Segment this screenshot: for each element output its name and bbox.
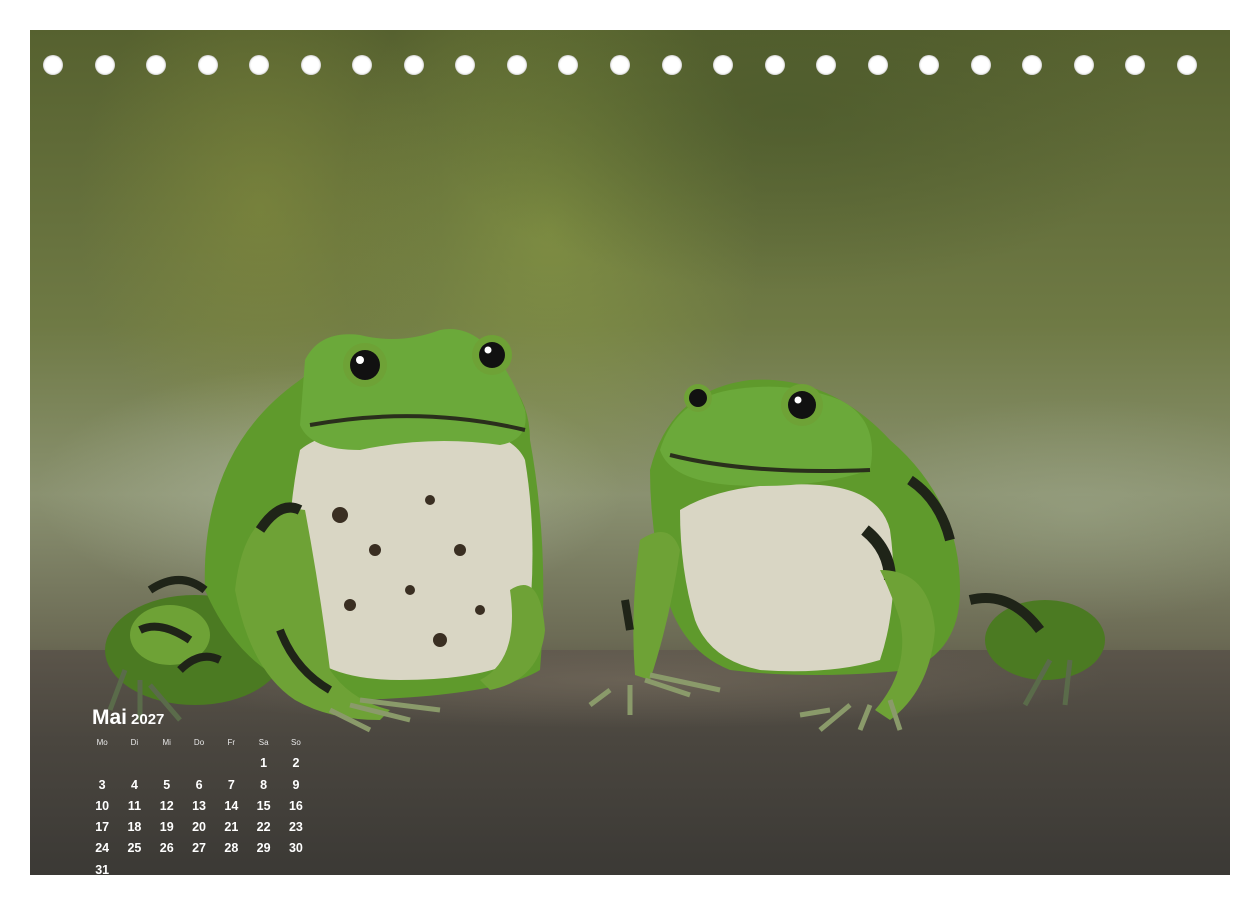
- empty-day-cell: [215, 753, 247, 774]
- calendar-month: Mai: [92, 706, 128, 729]
- weekday-header: So: [291, 738, 301, 747]
- calendar-day: 20: [192, 820, 206, 835]
- calendar-day: 8: [260, 777, 268, 792]
- calendar-day: 5: [163, 777, 171, 792]
- binding-hole: [764, 55, 785, 75]
- calendar-day: 6: [195, 777, 203, 792]
- binding-hole: [816, 55, 837, 75]
- calendar-day: 1: [260, 756, 268, 771]
- binding-hole: [558, 55, 579, 75]
- calendar-day: 18: [127, 820, 142, 835]
- binding-hole: [919, 55, 940, 75]
- empty-day-cell: [183, 753, 215, 774]
- calendar-day: 24: [95, 841, 110, 856]
- frog-left-icon: [105, 329, 545, 733]
- calendar-title: Mai 2027: [92, 706, 312, 732]
- binding-holes: [30, 55, 1230, 79]
- empty-day-cell: [151, 753, 183, 774]
- calendar-day: 27: [192, 841, 206, 856]
- calendar-day: 31: [95, 862, 110, 875]
- binding-hole: [249, 55, 270, 75]
- calendar-day: 21: [224, 820, 239, 835]
- empty-day-cell: [86, 753, 118, 774]
- weekday-header: Sa: [258, 738, 269, 747]
- binding-hole: [146, 55, 167, 75]
- calendar-day: 13: [192, 798, 206, 813]
- calendar-day: 10: [95, 798, 110, 813]
- calendar-day: 23: [288, 820, 303, 835]
- calendar-day: 26: [159, 841, 174, 856]
- calendar-day: 19: [159, 820, 174, 835]
- weekday-header: Mi: [162, 738, 171, 747]
- calendar-day: 2: [292, 756, 300, 771]
- calendar-day: 3: [98, 777, 106, 792]
- calendar-day: 30: [288, 841, 303, 856]
- binding-hole: [713, 55, 734, 75]
- binding-hole: [970, 55, 991, 75]
- binding-hole: [610, 55, 630, 75]
- weekday-header: Mo: [96, 738, 108, 747]
- weekday-header: Di: [130, 738, 139, 747]
- weekday-header: Fr: [227, 738, 236, 747]
- calendar-day: 14: [224, 798, 239, 813]
- frog-right-icon: [588, 379, 1105, 732]
- calendar-day: 12: [159, 798, 174, 813]
- calendar-day: 29: [256, 841, 271, 856]
- calendar-day: 17: [95, 820, 110, 835]
- binding-hole: [197, 55, 218, 75]
- calendar-grid: Mo Di Mi Do Fr Sa So 1 2 3 4 5 6 7 8 9 10 11 12 13 14 15 16 17 1…: [86, 732, 312, 875]
- calendar-year: 2027: [131, 711, 165, 728]
- binding-hole: [352, 55, 373, 75]
- binding-hole: [94, 55, 115, 75]
- month-calendar: Mai 2027 Mo Di Mi Do Fr Sa So 1 2 3 4 5 6 7 8 9 10 11 12 13 1…: [92, 706, 312, 875]
- binding-hole: [1073, 55, 1094, 75]
- calendar-day: 25: [127, 841, 142, 856]
- binding-hole: [661, 55, 682, 75]
- binding-hole: [1125, 55, 1146, 75]
- calendar-day: 7: [227, 777, 235, 792]
- calendar-day: 4: [130, 777, 138, 792]
- binding-hole: [1022, 55, 1043, 75]
- calendar-day: 9: [292, 777, 300, 792]
- calendar-day: 22: [256, 820, 271, 835]
- calendar-day: 16: [288, 798, 303, 813]
- binding-hole: [43, 55, 63, 75]
- calendar-day: 11: [127, 798, 142, 813]
- calendar-page: Mai 2027 Mo Di Mi Do Fr Sa So 1 2 3 4 5 6 7 8 9 10 11 12 13 1…: [30, 30, 1230, 875]
- binding-hole: [403, 55, 424, 75]
- calendar-day: 28: [224, 841, 239, 856]
- binding-hole: [300, 55, 321, 75]
- binding-hole: [867, 55, 888, 75]
- calendar-day: 15: [256, 798, 271, 813]
- binding-hole: [506, 55, 527, 75]
- empty-day-cell: [118, 753, 150, 774]
- binding-hole: [455, 55, 476, 75]
- weekday-header: Do: [193, 738, 205, 747]
- binding-hole: [1177, 55, 1197, 75]
